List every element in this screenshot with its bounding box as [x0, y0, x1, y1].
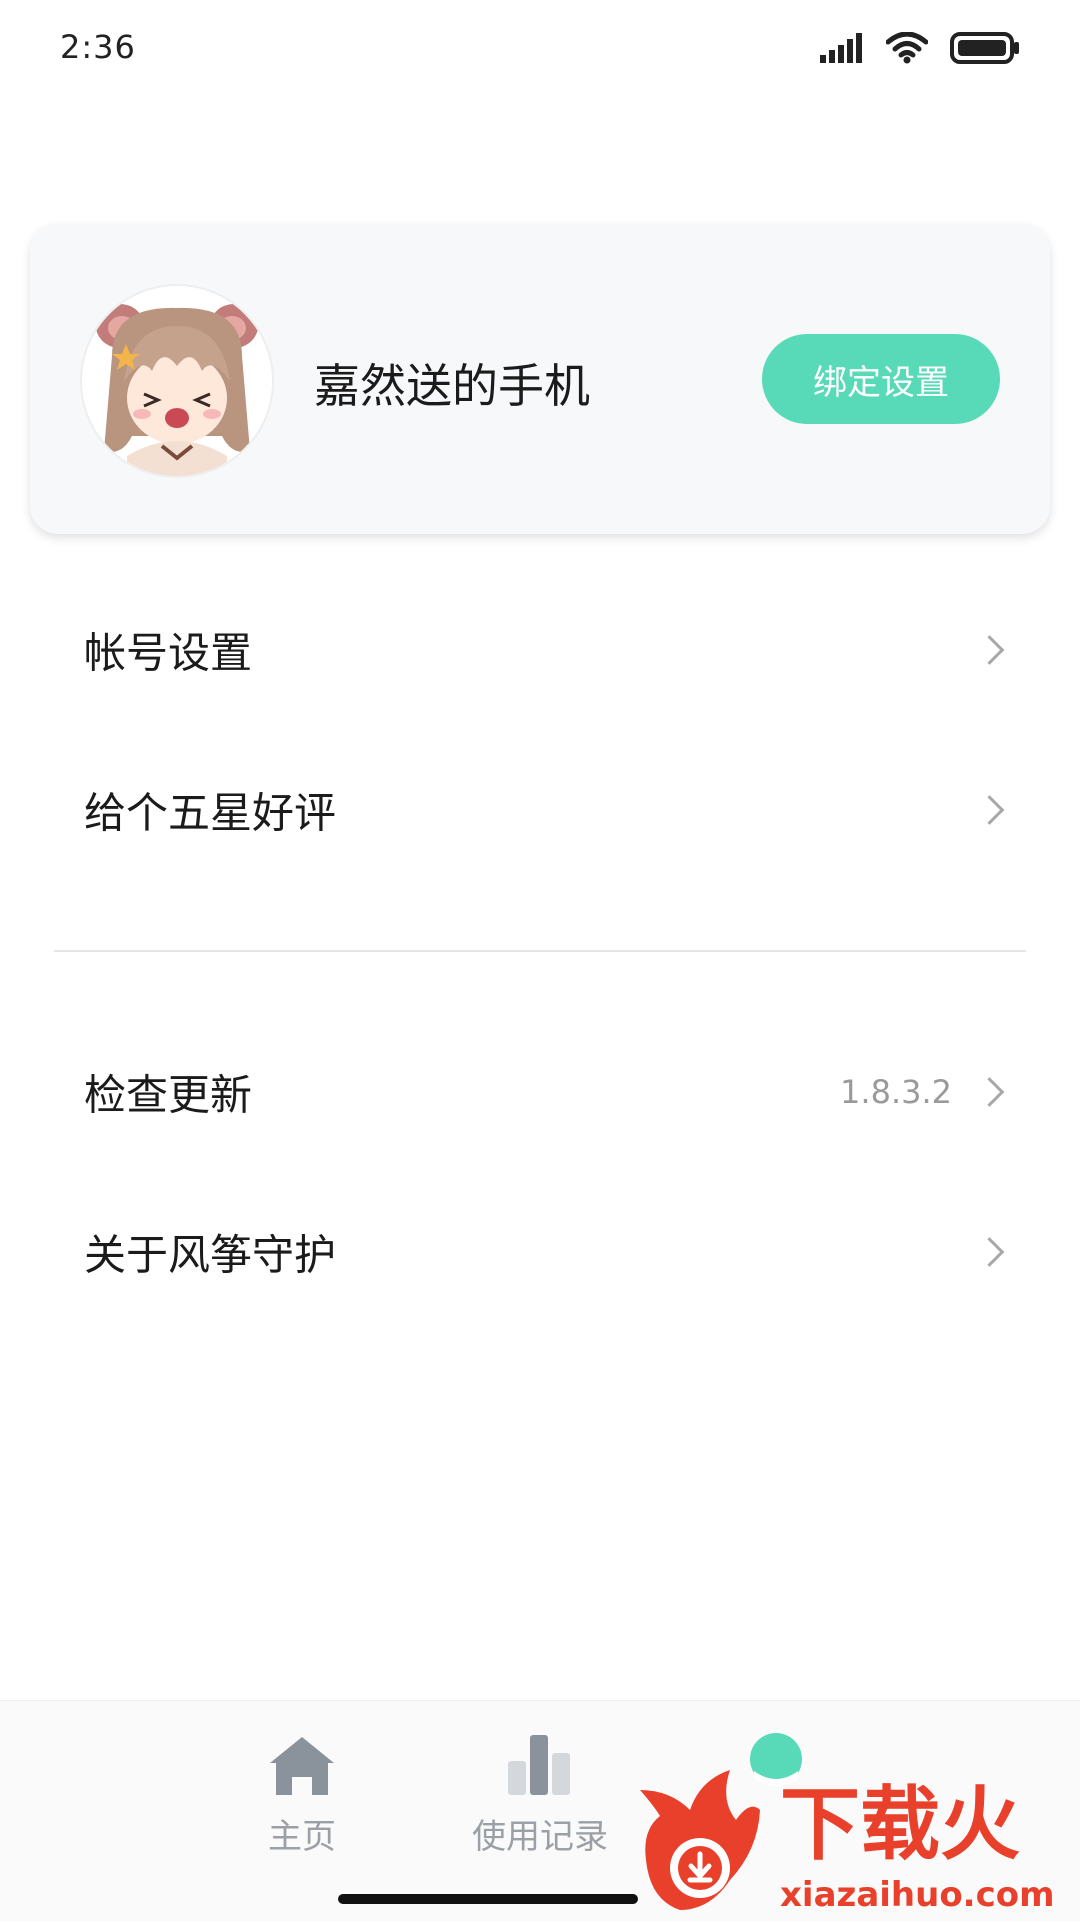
chevron-right-icon — [974, 635, 1005, 665]
battery-icon — [950, 32, 1019, 64]
menu-item-label: 检查更新 — [84, 1070, 253, 1120]
menu-item-label: 给个五星好评 — [84, 788, 337, 838]
chevron-right-icon — [974, 1077, 1005, 1107]
home-icon — [270, 1737, 334, 1795]
menu-item-label: 帐号设置 — [84, 628, 253, 678]
signal-icon — [820, 33, 862, 63]
tab-home[interactable]: 主页 — [202, 1731, 402, 1871]
status-bar: 2:36 — [0, 0, 1080, 96]
watermark-logo: 下载火 xiazaihuo.com — [640, 1770, 1080, 1920]
version-label: 1.8.3.2 — [840, 1073, 952, 1111]
chevron-right-icon — [974, 1237, 1005, 1267]
bind-settings-button[interactable]: 绑定设置 — [762, 334, 1000, 424]
menu-item-rate-five-stars[interactable]: 给个五星好评 — [0, 750, 1080, 870]
menu-item-label: 关于风筝守护 — [84, 1230, 337, 1280]
tab-label: 使用记录 — [472, 1817, 608, 1857]
menu-item-about[interactable]: 关于风筝守护 — [0, 1192, 1080, 1312]
bar-chart-icon — [508, 1735, 570, 1795]
menu-item-check-update[interactable]: 检查更新 1.8.3.2 — [0, 1032, 1080, 1152]
avatar-illustration — [82, 286, 272, 476]
menu-item-account-settings[interactable]: 帐号设置 — [0, 590, 1080, 710]
wifi-icon — [886, 32, 928, 64]
profile-card: 嘉然送的手机 绑定设置 — [30, 224, 1050, 534]
watermark-text: 下载火 — [780, 1778, 1020, 1871]
avatar[interactable] — [80, 284, 274, 478]
home-indicator — [338, 1894, 638, 1904]
divider — [54, 950, 1026, 952]
chevron-right-icon — [974, 795, 1005, 825]
status-icons — [820, 30, 1020, 66]
tab-usage-records[interactable]: 使用记录 — [440, 1731, 640, 1871]
status-time: 2:36 — [60, 28, 136, 66]
device-name: 嘉然送的手机 — [314, 359, 590, 413]
watermark-url: xiazaihuo.com — [780, 1875, 1055, 1915]
tab-label: 主页 — [268, 1817, 336, 1857]
